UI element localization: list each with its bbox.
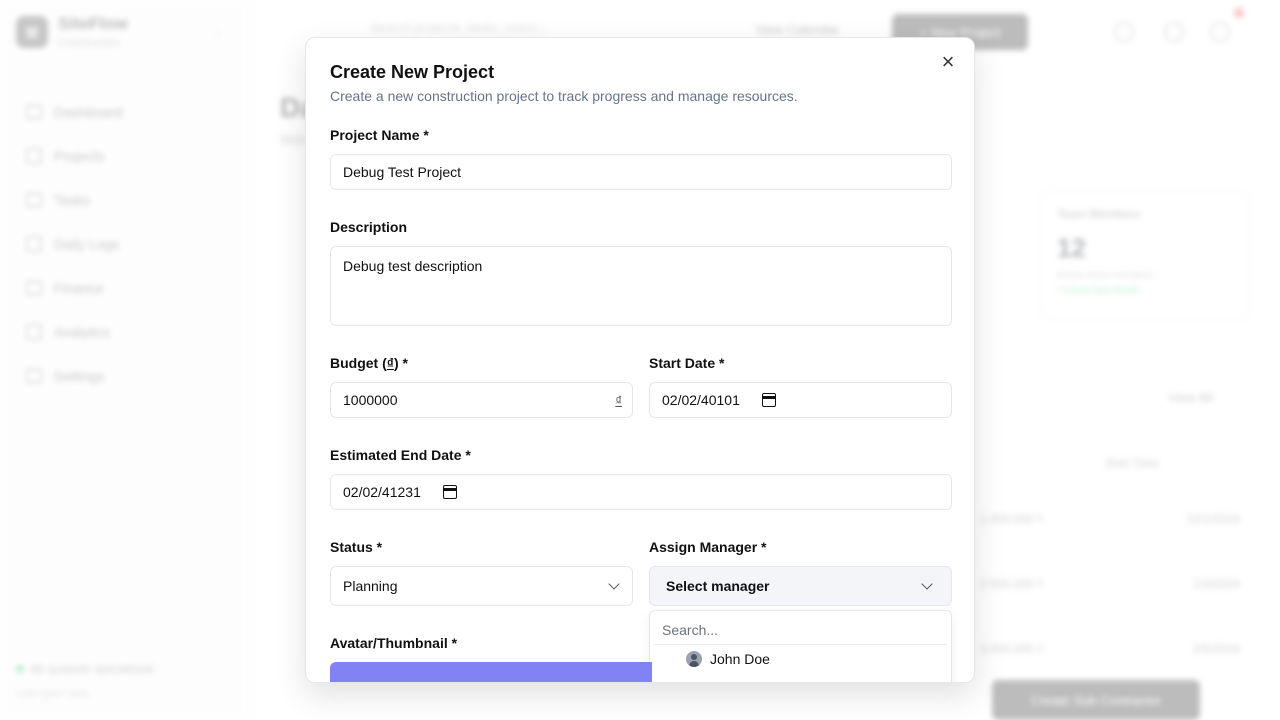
- budget-label-prefix: Budget (: [330, 355, 387, 371]
- close-icon: ×: [941, 49, 955, 74]
- description-label: Description: [330, 219, 408, 235]
- budget-currency: ₫: [386, 355, 394, 371]
- status-select[interactable]: Planning: [330, 566, 633, 606]
- budget-label: Budget (₫) *: [330, 355, 408, 371]
- description-value: Debug test description: [343, 258, 483, 274]
- calendar-icon[interactable]: [442, 485, 457, 499]
- budget-input[interactable]: 1000000 ₫: [330, 382, 633, 418]
- project-name-value: Debug Test Project: [343, 164, 462, 180]
- status-value: Planning: [343, 578, 398, 594]
- end-date-label: Estimated End Date *: [330, 447, 471, 463]
- create-project-dialog: × Create New Project Create a new constr…: [305, 37, 975, 683]
- manager-option[interactable]: John Doe: [686, 651, 770, 667]
- project-name-label: Project Name *: [330, 127, 429, 143]
- start-date-label: Start Date *: [649, 355, 725, 371]
- close-button[interactable]: ×: [936, 50, 960, 74]
- manager-select[interactable]: Select manager: [649, 566, 952, 606]
- description-textarea[interactable]: Debug test description: [330, 246, 952, 326]
- end-date-input[interactable]: 02/02/41231: [330, 474, 952, 510]
- budget-label-suffix: ) *: [393, 355, 408, 371]
- project-name-input[interactable]: Debug Test Project: [330, 154, 952, 190]
- end-date-value: 02/02/41231: [343, 484, 421, 500]
- calendar-icon[interactable]: [761, 393, 776, 407]
- manager-value: Select manager: [666, 578, 770, 594]
- avatar: [686, 651, 702, 667]
- manager-dropdown: John Doe: [649, 610, 952, 682]
- manager-option-label: John Doe: [710, 651, 770, 667]
- manager-search-input[interactable]: [654, 615, 947, 645]
- budget-value: 1000000: [343, 392, 398, 408]
- start-date-value: 02/02/40101: [662, 392, 740, 408]
- manager-label: Assign Manager *: [649, 539, 767, 555]
- thumbnail-upload-area[interactable]: [330, 662, 652, 682]
- chevron-down-icon: [608, 578, 620, 590]
- chevron-down-icon: [921, 578, 933, 590]
- dialog-title: Create New Project: [330, 62, 495, 82]
- currency-suffix: ₫: [615, 393, 622, 408]
- start-date-input[interactable]: 02/02/40101: [649, 382, 952, 418]
- status-label: Status *: [330, 539, 383, 555]
- dialog-description: Create a new construction project to tra…: [330, 88, 798, 104]
- avatar-label: Avatar/Thumbnail *: [330, 635, 458, 651]
